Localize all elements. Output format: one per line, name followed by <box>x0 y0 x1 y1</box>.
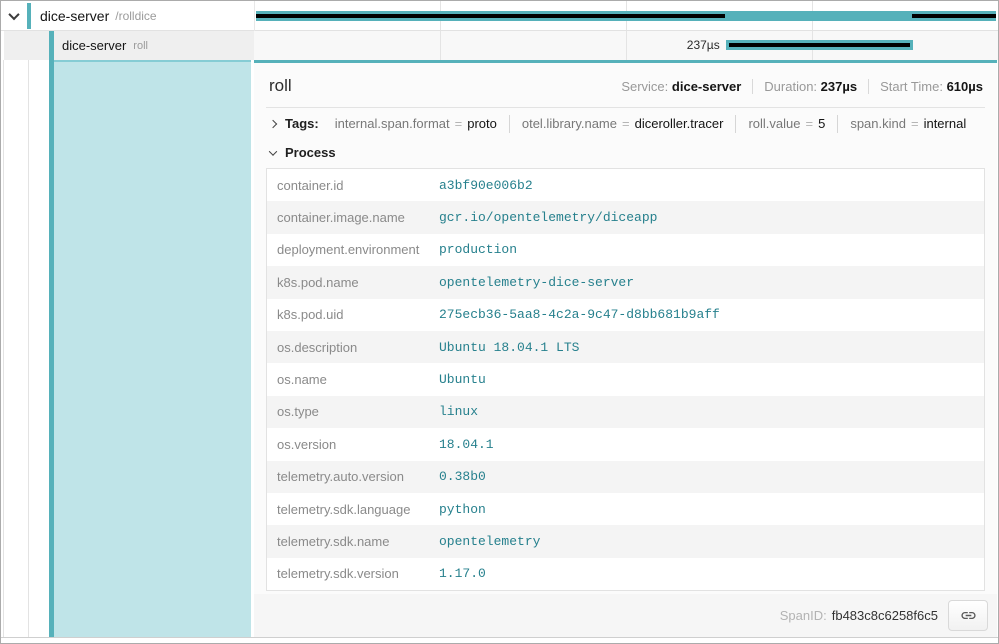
process-value: opentelemetry <box>439 534 540 549</box>
process-value: 0.38b0 <box>439 469 486 484</box>
process-key: telemetry.sdk.name <box>267 534 439 549</box>
process-key: telemetry.sdk.version <box>267 566 439 581</box>
span-tree-row-roll[interactable]: dice-server roll <box>4 31 254 60</box>
process-value: production <box>439 242 517 257</box>
process-table: container.id a3bf90e006b2 container.imag… <box>266 168 985 591</box>
process-value: a3bf90e006b2 <box>439 178 533 193</box>
tags-section-header[interactable]: Tags: internal.span.format=proto otel.li… <box>264 108 987 139</box>
process-value: Ubuntu <box>439 372 486 387</box>
indent-guide <box>28 60 29 637</box>
process-row: telemetry.sdk.language python <box>267 493 984 525</box>
process-key: os.type <box>267 404 439 419</box>
service-name: dice-server <box>40 8 109 24</box>
tag-item: roll.value=5 <box>735 115 837 133</box>
process-row: container.id a3bf90e006b2 <box>267 169 984 201</box>
operation-name: /rolldice <box>115 9 156 23</box>
process-row: container.image.name gcr.io/opentelemetr… <box>267 201 984 233</box>
span-detail-footer: SpanID: fb483c8c6258f6c5 <box>254 594 997 637</box>
span-color-accent <box>27 3 31 29</box>
span-color-accent <box>49 31 54 60</box>
span-detail-card: roll Service: dice-server Duration: 237µ… <box>254 60 997 637</box>
collapse-chevron-icon[interactable] <box>8 9 19 20</box>
deep-link-button[interactable] <box>948 600 988 631</box>
process-key: telemetry.auto.version <box>267 469 439 484</box>
process-key: container.image.name <box>267 210 439 225</box>
meta-item: Duration: 237µs <box>752 79 868 94</box>
process-value: gcr.io/opentelemetry/diceapp <box>439 210 657 225</box>
process-row: os.type linux <box>267 396 984 428</box>
process-value: Ubuntu 18.04.1 LTS <box>439 340 579 355</box>
timeline-gridline <box>440 31 441 60</box>
expand-chevron-icon[interactable] <box>269 119 277 127</box>
tag-item: internal.span.format=proto <box>323 115 509 133</box>
jaeger-trace-view: dice-server /rolldice dice-server roll 2… <box>0 0 999 644</box>
process-key: os.version <box>267 437 439 452</box>
process-key: k8s.pod.uid <box>267 307 439 322</box>
span-meta: Service: dice-server Duration: 237µs Sta… <box>610 79 985 94</box>
meta-item: Service: dice-server <box>610 79 752 94</box>
selected-span-duration-label: 237µs <box>687 31 720 60</box>
process-section-label: Process <box>285 145 336 160</box>
process-row: k8s.pod.uid 275ecb36-5aa8-4c2a-9c47-d8bb… <box>267 299 984 331</box>
critical-path-segment <box>256 14 725 18</box>
process-section-header[interactable]: Process <box>264 140 987 165</box>
process-row: os.name Ubuntu <box>267 363 984 395</box>
process-row: os.version 18.04.1 <box>267 428 984 460</box>
process-key: os.description <box>267 340 439 355</box>
service-name: dice-server <box>62 38 126 53</box>
process-row: os.description Ubuntu 18.04.1 LTS <box>267 331 984 363</box>
process-value: opentelemetry-dice-server <box>439 275 634 290</box>
span-id-label: SpanID: <box>780 608 827 623</box>
timeline-row-rolldice <box>254 1 998 31</box>
process-key: k8s.pod.name <box>267 275 439 290</box>
tag-item: span.kind=internal <box>837 115 978 133</box>
timeline-gridline <box>626 31 627 60</box>
span-title: roll <box>269 76 292 96</box>
process-row: deployment.environment production <box>267 234 984 266</box>
indent-guide <box>3 60 4 637</box>
process-value: python <box>439 502 486 517</box>
process-key: container.id <box>267 178 439 193</box>
operation-name: roll <box>133 40 148 52</box>
meta-item: Start Time: 610µs <box>868 79 985 94</box>
link-icon <box>960 607 977 624</box>
span-detail-header: roll Service: dice-server Duration: 237µ… <box>264 63 987 107</box>
selected-span-bar[interactable] <box>726 40 913 50</box>
process-row: telemetry.auto.version 0.38b0 <box>267 461 984 493</box>
collapse-chevron-icon[interactable] <box>269 147 277 155</box>
span-id-value: fb483c8c6258f6c5 <box>832 608 938 623</box>
timeline-row-roll: 237µs <box>254 31 998 60</box>
tag-item: otel.library.name=diceroller.tracer <box>509 115 736 133</box>
process-value: 1.17.0 <box>439 566 486 581</box>
selected-span-highlight <box>54 60 251 637</box>
critical-path-segment <box>912 14 996 18</box>
tag-list: internal.span.format=proto otel.library.… <box>323 115 979 133</box>
process-key: deployment.environment <box>267 242 439 257</box>
process-key: telemetry.sdk.language <box>267 502 439 517</box>
tags-section-label: Tags: <box>285 116 319 131</box>
process-row: k8s.pod.name opentelemetry-dice-server <box>267 266 984 298</box>
span-tree-row-rolldice[interactable]: dice-server /rolldice <box>1 1 254 31</box>
process-key: os.name <box>267 372 439 387</box>
parent-span-bar[interactable] <box>256 11 996 21</box>
detail-row-left-gutter <box>1 60 254 637</box>
process-value: 18.04.1 <box>439 437 494 452</box>
critical-path-segment-child <box>729 43 910 47</box>
process-row: telemetry.sdk.version 1.17.0 <box>267 558 984 590</box>
process-value: linux <box>439 404 478 419</box>
process-value: 275ecb36-5aa8-4c2a-9c47-d8bb681b9aff <box>439 307 720 322</box>
process-row: telemetry.sdk.name opentelemetry <box>267 525 984 557</box>
bottom-edge <box>1 637 998 643</box>
